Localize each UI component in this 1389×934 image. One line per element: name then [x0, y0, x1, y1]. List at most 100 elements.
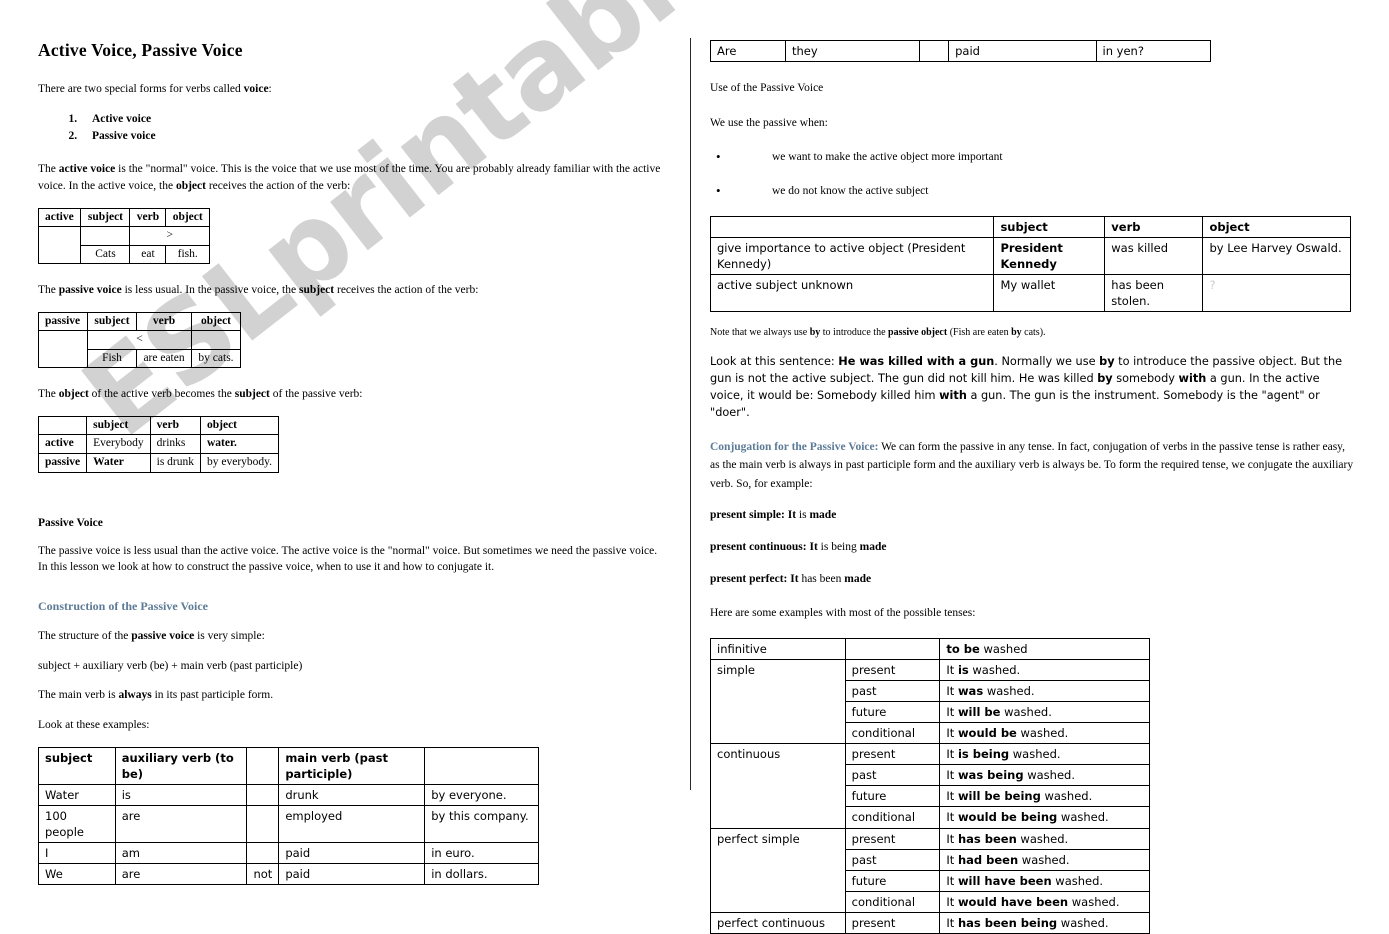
list-item: we want to make the active object more i… [710, 148, 1355, 166]
structure-paragraph: The structure of the passive voice is ve… [38, 628, 668, 645]
text-bold: would have been [957, 894, 1069, 909]
text-fragment: Note that we always use [710, 327, 810, 339]
text-bold: was being [957, 768, 1024, 783]
table-cell: in dollars. [424, 863, 539, 886]
use-intro: We use the passive when: [710, 116, 828, 129]
text-fragment: is very simple: [194, 629, 265, 642]
tense-group: perfect continuous [710, 911, 846, 934]
text-bold: will be being [957, 789, 1041, 804]
table-cell [246, 783, 280, 806]
text-fragment: receives the action of the verb: [205, 179, 351, 192]
text-fragment: It [946, 662, 958, 677]
column-header: object [199, 415, 280, 436]
comparison-table: subject verb object active Everybody dri… [37, 415, 280, 473]
text-fragment: to introduce the [820, 327, 889, 339]
intro-bold-voice: voice [243, 83, 269, 95]
tense-name: present [844, 911, 941, 934]
tense-example-present-simple: present simple: It is made [710, 509, 1355, 521]
conjugation-form: It will have been washed. [939, 869, 1150, 892]
intro-text-a: There are two special forms for verbs ca… [38, 83, 244, 95]
text-bold: made [859, 541, 887, 554]
text-fragment: is being [817, 541, 860, 554]
table-row: > [37, 226, 210, 246]
cell-empty [844, 637, 940, 660]
table-cell: Water [86, 452, 151, 473]
table-cell: are [114, 863, 248, 886]
table-cell-unknown: ? [1202, 273, 1351, 313]
table-cell: by everybody. [199, 452, 280, 473]
always-paragraph: The main verb is always in its past part… [38, 687, 668, 704]
column-header: subject [993, 215, 1106, 238]
table-cell: Cats [80, 244, 131, 265]
table-row: passive Water is drunk by everybody. [37, 452, 280, 473]
cell-empty [38, 330, 88, 350]
use-of-passive-heading: Use of the Passive Voice [710, 82, 824, 95]
passive-voice-paragraph: The passive voice is less usual. In the … [38, 282, 668, 299]
text-bold: made [844, 573, 872, 586]
table-row: Are they paid in yen? [710, 39, 1212, 63]
list-item: Active voice [80, 111, 668, 128]
cell-label: active [37, 207, 82, 228]
table-cell: they [784, 39, 921, 63]
table-cell: drunk [278, 783, 426, 806]
text-fragment: washed. [1016, 726, 1069, 741]
tense-name: future [844, 869, 941, 892]
column-header: main verb (past participle) [278, 746, 426, 785]
row-label: passive [37, 452, 88, 473]
voice-list: Active voice Passive voice [38, 111, 668, 146]
text-bold: object [175, 179, 206, 192]
table-row: I am paid in euro. [38, 841, 539, 865]
table-cell: is drunk [149, 452, 202, 473]
tense-group: infinitive [710, 637, 846, 660]
tense-name: conditional [844, 806, 941, 829]
table-cell: President Kennedy [993, 236, 1106, 275]
table-cell: We [38, 863, 116, 886]
cell-empty [37, 226, 82, 246]
tense-name: present [844, 743, 941, 766]
text-bold: made [809, 509, 837, 522]
table-cell [246, 841, 280, 865]
table-cell: employed [278, 804, 426, 844]
table-cell: Water [38, 783, 116, 806]
text-bold: active voice [58, 163, 116, 176]
tense-name: present [844, 827, 941, 850]
table-cell: in euro. [424, 841, 539, 865]
text-fragment: The [38, 284, 59, 297]
text-fragment: The main verb is [38, 689, 119, 702]
text-bold: always [118, 689, 152, 702]
table-cell: by Lee Harvey Oswald. [1202, 236, 1351, 275]
text-fragment: washed. [983, 683, 1035, 698]
formula-line: subject + auxiliary verb (be) + main ver… [38, 659, 303, 672]
text-bold: would be being [957, 810, 1058, 825]
text-fragment: It [946, 704, 958, 719]
text-bold: had been [957, 852, 1019, 867]
examples-intro: Here are some examples with most of the … [710, 607, 976, 620]
text-bold: by [1099, 355, 1115, 369]
text-bold: was [957, 683, 984, 698]
text-fragment: of the active verb becomes the [88, 388, 235, 401]
text-fragment: It [946, 894, 958, 909]
text-fragment: washed. [1068, 894, 1120, 909]
table-row: subject verb object [709, 215, 1351, 238]
table-cell: I [38, 841, 116, 865]
object-becomes-subject-paragraph: The object of the active verb becomes th… [38, 386, 668, 403]
table-cell: not [246, 863, 280, 886]
text-fragment: It [946, 768, 958, 783]
table-row: continuous present It is being washed. [710, 743, 1150, 829]
passive-voice-heading: Passive Voice [38, 516, 103, 529]
column-header: verb [129, 207, 167, 228]
text-fragment: It [946, 683, 958, 698]
table-cell: Everybody [86, 434, 151, 454]
conjugation-form: It was washed. [939, 679, 1150, 702]
use-bullet-list: we want to make the active object more i… [710, 148, 1355, 199]
passive-voice-section-paragraph: The passive voice is less usual than the… [38, 544, 658, 574]
text-bold: will have been [957, 873, 1052, 888]
tense-name: conditional [844, 722, 941, 745]
table-row: 100 people are employed by this company. [38, 804, 539, 844]
table-cell: paid [948, 39, 1097, 63]
table-cell: are eaten [136, 348, 192, 369]
text-fragment: It [946, 726, 958, 741]
text-bold: will be [957, 704, 1001, 719]
text-bold: by [809, 327, 821, 339]
